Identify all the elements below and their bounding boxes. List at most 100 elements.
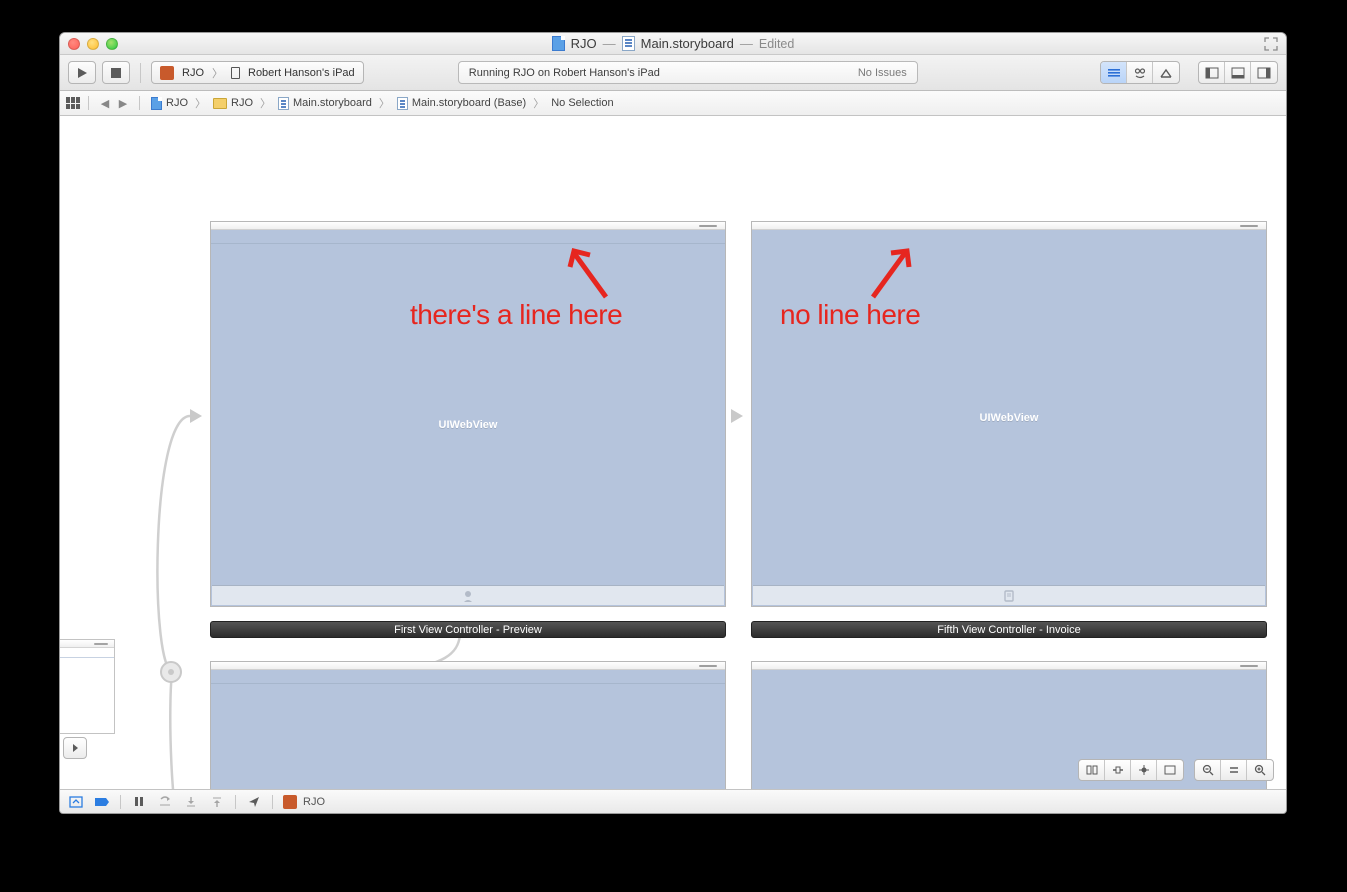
scene-title-invoice[interactable]: Fifth View Controller - Invoice xyxy=(751,621,1267,638)
speaker-icon xyxy=(699,225,717,227)
segue-arrow-icon xyxy=(731,409,743,423)
forward-button[interactable]: ▶ xyxy=(115,95,131,111)
scene-topbar xyxy=(752,222,1266,230)
segue-arrow-icon xyxy=(190,409,202,423)
scene-topbar xyxy=(211,662,725,670)
document-outline-toggle[interactable] xyxy=(63,737,87,759)
debug-process[interactable]: RJO xyxy=(283,795,325,809)
align-button[interactable] xyxy=(1079,760,1105,780)
peek-scene[interactable] xyxy=(60,639,115,734)
standard-editor-button[interactable] xyxy=(1101,62,1127,83)
zoom-button[interactable] xyxy=(106,38,118,50)
step-over-icon[interactable] xyxy=(183,795,199,809)
history-nav: ◀ ▶ xyxy=(97,95,131,111)
file-name: Main.storyboard xyxy=(641,36,734,51)
tab-item-icon xyxy=(461,589,475,603)
scheme-app-label: RJO xyxy=(182,67,204,79)
resizing-button[interactable] xyxy=(1157,760,1183,780)
xcode-window: RJO — Main.storyboard — Edited RJO 〉 Rob… xyxy=(59,32,1287,814)
scheme-selector[interactable]: RJO 〉 Robert Hanson's iPad xyxy=(151,61,364,84)
app-icon xyxy=(283,795,297,809)
traffic-lights xyxy=(68,38,118,50)
stop-button[interactable] xyxy=(102,61,130,84)
title-separator: — xyxy=(740,36,753,51)
jump-bar: ◀ ▶ RJO 〉 RJO 〉 Main.storyboard 〉 Main.s… xyxy=(60,91,1286,116)
annotation-arrow-icon xyxy=(566,245,616,303)
scene-body: UIWebView xyxy=(211,684,725,789)
scene-title-preview[interactable]: First View Controller - Preview xyxy=(210,621,726,638)
toolbar-right xyxy=(1100,61,1278,84)
pause-icon[interactable] xyxy=(131,795,147,809)
canvas: UIWebView First View Controller - Previe… xyxy=(60,116,1286,789)
assistant-editor-button[interactable] xyxy=(1127,62,1153,83)
jump-label: RJO xyxy=(231,97,253,109)
layout-controls xyxy=(1078,759,1184,781)
activity-viewer[interactable]: Running RJO on Robert Hanson's iPad No I… xyxy=(458,61,918,84)
scheme-chevron: 〉 xyxy=(212,65,223,81)
hide-debug-icon[interactable] xyxy=(68,795,84,809)
step-in-icon[interactable] xyxy=(209,795,225,809)
zoom-in-button[interactable] xyxy=(1247,760,1273,780)
scene-bottom-left[interactable]: UIWebView xyxy=(210,661,726,789)
version-editor-button[interactable] xyxy=(1153,62,1179,83)
breakpoints-icon[interactable] xyxy=(94,795,110,809)
canvas-controls xyxy=(1078,759,1274,781)
minimize-button[interactable] xyxy=(87,38,99,50)
fullscreen-icon[interactable] xyxy=(1264,37,1278,51)
related-items-icon[interactable] xyxy=(66,97,80,109)
run-button[interactable] xyxy=(68,61,96,84)
debug-app-label: RJO xyxy=(303,796,325,808)
jump-folder[interactable]: RJO xyxy=(210,97,256,109)
back-button[interactable]: ◀ xyxy=(97,95,113,111)
device-icon xyxy=(231,67,240,79)
left-panel-button[interactable] xyxy=(1199,62,1225,83)
close-button[interactable] xyxy=(68,38,80,50)
issues-text: No Issues xyxy=(858,67,907,79)
status-bar-line xyxy=(60,648,114,658)
annotation-arrow-icon xyxy=(865,245,915,303)
storyboard-icon xyxy=(622,36,635,51)
scene-topbar xyxy=(752,662,1266,670)
resolve-button[interactable] xyxy=(1131,760,1157,780)
jump-project[interactable]: RJO xyxy=(148,97,191,110)
status-bar-line xyxy=(211,230,725,244)
toolbar: RJO 〉 Robert Hanson's iPad Running RJO o… xyxy=(60,55,1286,91)
bottom-panel-button[interactable] xyxy=(1225,62,1251,83)
scene-invoice[interactable]: UIWebView xyxy=(751,221,1267,607)
jump-label: No Selection xyxy=(551,97,613,109)
chevron-icon: 〉 xyxy=(379,95,390,111)
tab-bar xyxy=(753,585,1265,605)
tab-item-icon xyxy=(1002,589,1016,603)
title-separator: — xyxy=(603,36,616,51)
jump-base[interactable]: Main.storyboard (Base) xyxy=(394,97,529,110)
chevron-icon: 〉 xyxy=(260,95,271,111)
continue-icon[interactable] xyxy=(157,795,173,809)
right-panel-button[interactable] xyxy=(1251,62,1277,83)
app-icon xyxy=(160,66,174,80)
scene-topbar xyxy=(60,640,114,648)
debug-separator xyxy=(120,795,121,809)
jump-label: Main.storyboard (Base) xyxy=(412,97,526,109)
canvas-area[interactable]: UIWebView First View Controller - Previe… xyxy=(60,116,1286,789)
project-name: RJO xyxy=(571,36,597,51)
location-icon[interactable] xyxy=(246,795,262,809)
zoom-out-button[interactable] xyxy=(1195,760,1221,780)
speaker-icon xyxy=(699,665,717,667)
tab-bar xyxy=(212,585,724,605)
pin-button[interactable] xyxy=(1105,760,1131,780)
jump-file[interactable]: Main.storyboard xyxy=(275,97,375,110)
jump-label: Main.storyboard xyxy=(293,97,372,109)
jump-separator xyxy=(139,96,140,110)
initial-vc-indicator[interactable] xyxy=(160,661,182,683)
speaker-icon xyxy=(1240,665,1258,667)
scene-title-label: First View Controller - Preview xyxy=(394,624,542,636)
debug-separator xyxy=(272,795,273,809)
scene-title-label: Fifth View Controller - Invoice xyxy=(937,624,1080,636)
debug-separator xyxy=(235,795,236,809)
edited-label: Edited xyxy=(759,37,794,51)
status-bar-line xyxy=(211,670,725,684)
zoom-fit-button[interactable] xyxy=(1221,760,1247,780)
scene-preview[interactable]: UIWebView xyxy=(210,221,726,607)
jump-selection[interactable]: No Selection xyxy=(548,97,616,109)
editor-mode-group xyxy=(1100,61,1180,84)
